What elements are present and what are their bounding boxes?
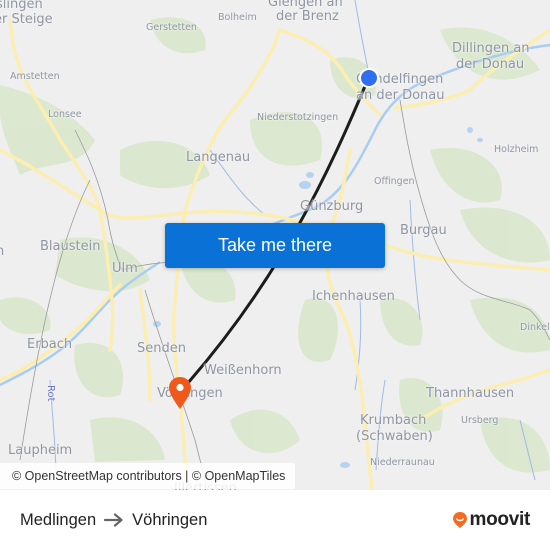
destination-marker[interactable] [168,376,192,414]
place-label: Offingen [374,176,415,187]
place-label: n [0,244,5,259]
place-label: der Brenz [276,9,339,24]
place-label: Blaustein [40,239,101,254]
place-label: Burgau [400,223,447,238]
map-view[interactable]: slingener SteigeGiengen ander BrenzBolhe… [0,0,550,490]
place-label: Thannhausen [426,386,515,401]
place-label: Ichenhausen [312,289,395,304]
map-attribution[interactable]: © OpenStreetMap contributors | © OpenMap… [0,463,296,489]
place-label: Ursberg [461,415,499,426]
footer: Medlingen Vöhringen moovit [0,490,550,550]
place-label: Ulm [112,261,138,276]
place-label: Bolheim [218,12,257,23]
place-label: (Schwaben) [356,429,433,444]
place-label: Lonsee [48,109,82,120]
place-label: Krumbach [360,413,427,428]
map-pin-icon [169,377,191,409]
place-label: slingen [0,0,43,12]
brand-name: moovit [469,509,531,530]
route-title: Medlingen Vöhringen [20,490,207,550]
place-label: Gerstetten [146,22,197,33]
origin-marker[interactable] [358,67,380,93]
origin-dot-icon [359,68,379,88]
moovit-logo[interactable]: moovit [452,490,530,550]
place-label: Amstetten [10,71,60,82]
place-label: Langenau [186,150,251,165]
destination-name: Vöhringen [132,510,208,529]
place-label: Günzburg [300,199,364,214]
arrow-right-icon [104,513,124,527]
place-label: Niederraunau [370,457,435,468]
place-label: der Donau [456,57,525,72]
place-label: er Steige [0,12,53,27]
place-label: Holzheim [494,144,539,155]
origin-name: Medlingen [20,510,97,529]
place-label: Laupheim [8,443,73,458]
place-label: Weißenhorn [204,363,282,378]
take-me-there-button[interactable]: Take me there [165,223,385,268]
moovit-logo-icon [452,512,467,528]
place-label: Erbach [27,337,73,352]
river-label: Rot [45,385,56,402]
place-label: Senden [137,341,186,356]
place-label: Niederstotzingen [257,112,339,123]
place-label: Dillingen an [452,41,530,56]
place-label: Dinkel [520,322,550,333]
